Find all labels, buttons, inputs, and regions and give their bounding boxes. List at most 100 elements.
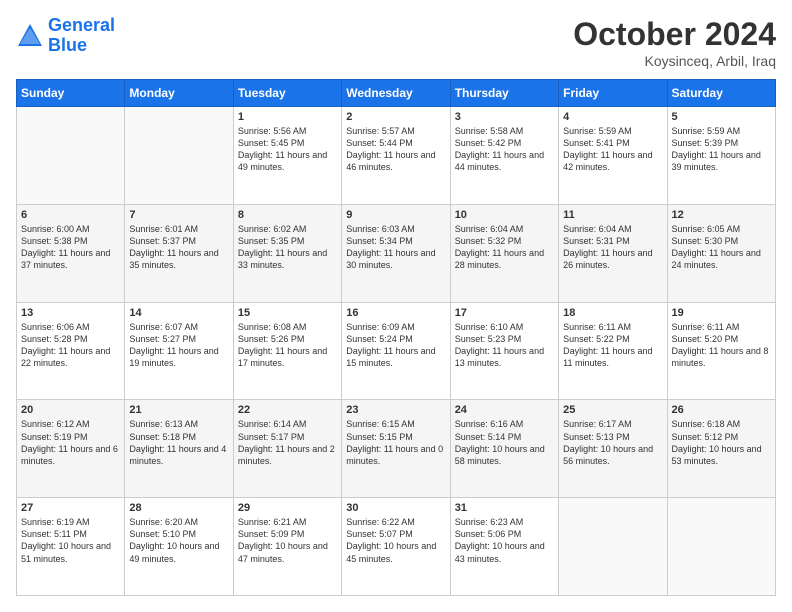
cell-content: Sunrise: 6:18 AM Sunset: 5:12 PM Dayligh… bbox=[672, 418, 771, 467]
calendar-cell: 4 Sunrise: 5:59 AM Sunset: 5:41 PM Daylig… bbox=[559, 107, 667, 205]
cell-content: Sunrise: 6:21 AM Sunset: 5:09 PM Dayligh… bbox=[238, 516, 337, 565]
cell-content: Sunrise: 6:01 AM Sunset: 5:37 PM Dayligh… bbox=[129, 223, 228, 272]
cell-content: Sunrise: 5:58 AM Sunset: 5:42 PM Dayligh… bbox=[455, 125, 554, 174]
page: General Blue October 2024 Koysinceq, Arb… bbox=[0, 0, 792, 612]
cell-content: Sunrise: 6:17 AM Sunset: 5:13 PM Dayligh… bbox=[563, 418, 662, 467]
header: General Blue October 2024 Koysinceq, Arb… bbox=[16, 16, 776, 69]
cell-content: Sunrise: 5:56 AM Sunset: 5:45 PM Dayligh… bbox=[238, 125, 337, 174]
calendar-day-header: Thursday bbox=[450, 80, 558, 107]
calendar-table: SundayMondayTuesdayWednesdayThursdayFrid… bbox=[16, 79, 776, 596]
calendar-cell bbox=[667, 498, 775, 596]
month-title: October 2024 bbox=[573, 16, 776, 53]
calendar-header-row: SundayMondayTuesdayWednesdayThursdayFrid… bbox=[17, 80, 776, 107]
title-block: October 2024 Koysinceq, Arbil, Iraq bbox=[573, 16, 776, 69]
calendar-cell: 3 Sunrise: 5:58 AM Sunset: 5:42 PM Daylig… bbox=[450, 107, 558, 205]
calendar-week-row: 6 Sunrise: 6:00 AM Sunset: 5:38 PM Daylig… bbox=[17, 204, 776, 302]
cell-content: Sunrise: 5:59 AM Sunset: 5:39 PM Dayligh… bbox=[672, 125, 771, 174]
cell-content: Sunrise: 6:00 AM Sunset: 5:38 PM Dayligh… bbox=[21, 223, 120, 272]
calendar-cell: 17Sunrise: 6:10 AM Sunset: 5:23 PM Dayli… bbox=[450, 302, 558, 400]
calendar-week-row: 13 Sunrise: 6:06 AM Sunset: 5:28 PM Dayli… bbox=[17, 302, 776, 400]
cell-content: Sunrise: 6:10 AM Sunset: 5:23 PM Dayligh… bbox=[455, 321, 554, 370]
cell-content: Sunrise: 6:12 AM Sunset: 5:19 PM Dayligh… bbox=[21, 418, 120, 467]
day-number: 25 bbox=[563, 404, 662, 416]
logo-text: General Blue bbox=[48, 16, 115, 56]
calendar-day-header: Tuesday bbox=[233, 80, 341, 107]
calendar-day-header: Monday bbox=[125, 80, 233, 107]
day-number: 15 bbox=[238, 307, 337, 319]
day-number: 23 bbox=[346, 404, 445, 416]
calendar-cell: 16 Sunrise: 6:09 AM Sunset: 5:24 PM Dayli… bbox=[342, 302, 450, 400]
cell-content: Sunrise: 6:06 AM Sunset: 5:28 PM Dayligh… bbox=[21, 321, 120, 370]
cell-content: Sunrise: 6:07 AM Sunset: 5:27 PM Dayligh… bbox=[129, 321, 228, 370]
calendar-cell: 14 Sunrise: 6:07 AM Sunset: 5:27 PM Dayli… bbox=[125, 302, 233, 400]
calendar-cell: 27Sunrise: 6:19 AM Sunset: 5:11 PM Dayli… bbox=[17, 498, 125, 596]
cell-content: Sunrise: 6:03 AM Sunset: 5:34 PM Dayligh… bbox=[346, 223, 445, 272]
day-number: 29 bbox=[238, 502, 337, 514]
cell-content: Sunrise: 6:08 AM Sunset: 5:26 PM Dayligh… bbox=[238, 321, 337, 370]
cell-content: Sunrise: 6:13 AM Sunset: 5:18 PM Dayligh… bbox=[129, 418, 228, 467]
calendar-cell: 30Sunrise: 6:22 AM Sunset: 5:07 PM Dayli… bbox=[342, 498, 450, 596]
day-number: 18 bbox=[563, 307, 662, 319]
cell-content: Sunrise: 6:14 AM Sunset: 5:17 PM Dayligh… bbox=[238, 418, 337, 467]
cell-content: Sunrise: 5:59 AM Sunset: 5:41 PM Dayligh… bbox=[563, 125, 662, 174]
calendar-cell: 12Sunrise: 6:05 AM Sunset: 5:30 PM Dayli… bbox=[667, 204, 775, 302]
cell-content: Sunrise: 6:23 AM Sunset: 5:06 PM Dayligh… bbox=[455, 516, 554, 565]
logo: General Blue bbox=[16, 16, 115, 56]
calendar-cell: 10 Sunrise: 6:04 AM Sunset: 5:32 PM Dayli… bbox=[450, 204, 558, 302]
calendar-cell: 22 Sunrise: 6:14 AM Sunset: 5:17 PM Dayli… bbox=[233, 400, 341, 498]
calendar-cell: 8Sunrise: 6:02 AM Sunset: 5:35 PM Daylig… bbox=[233, 204, 341, 302]
location: Koysinceq, Arbil, Iraq bbox=[573, 53, 776, 69]
calendar-cell: 9 Sunrise: 6:03 AM Sunset: 5:34 PM Daylig… bbox=[342, 204, 450, 302]
calendar-cell: 6 Sunrise: 6:00 AM Sunset: 5:38 PM Daylig… bbox=[17, 204, 125, 302]
logo-line1: General bbox=[48, 15, 115, 35]
day-number: 14 bbox=[129, 307, 228, 319]
calendar-cell: 28Sunrise: 6:20 AM Sunset: 5:10 PM Dayli… bbox=[125, 498, 233, 596]
day-number: 24 bbox=[455, 404, 554, 416]
calendar-cell: 24Sunrise: 6:16 AM Sunset: 5:14 PM Dayli… bbox=[450, 400, 558, 498]
calendar-week-row: 27Sunrise: 6:19 AM Sunset: 5:11 PM Dayli… bbox=[17, 498, 776, 596]
calendar-cell: 20 Sunrise: 6:12 AM Sunset: 5:19 PM Dayli… bbox=[17, 400, 125, 498]
day-number: 21 bbox=[129, 404, 228, 416]
day-number: 22 bbox=[238, 404, 337, 416]
day-number: 10 bbox=[455, 209, 554, 221]
calendar-cell bbox=[559, 498, 667, 596]
cell-content: Sunrise: 6:05 AM Sunset: 5:30 PM Dayligh… bbox=[672, 223, 771, 272]
cell-content: Sunrise: 6:11 AM Sunset: 5:20 PM Dayligh… bbox=[672, 321, 771, 370]
cell-content: Sunrise: 6:09 AM Sunset: 5:24 PM Dayligh… bbox=[346, 321, 445, 370]
day-number: 2 bbox=[346, 111, 445, 123]
day-number: 9 bbox=[346, 209, 445, 221]
logo-line2: Blue bbox=[48, 35, 87, 55]
calendar-cell: 2 Sunrise: 5:57 AM Sunset: 5:44 PM Daylig… bbox=[342, 107, 450, 205]
day-number: 27 bbox=[21, 502, 120, 514]
calendar-cell: 29 Sunrise: 6:21 AM Sunset: 5:09 PM Dayli… bbox=[233, 498, 341, 596]
day-number: 1 bbox=[238, 111, 337, 123]
calendar-day-header: Sunday bbox=[17, 80, 125, 107]
cell-content: Sunrise: 6:02 AM Sunset: 5:35 PM Dayligh… bbox=[238, 223, 337, 272]
calendar-cell: 5 Sunrise: 5:59 AM Sunset: 5:39 PM Daylig… bbox=[667, 107, 775, 205]
day-number: 28 bbox=[129, 502, 228, 514]
day-number: 16 bbox=[346, 307, 445, 319]
day-number: 7 bbox=[129, 209, 228, 221]
calendar-cell: 11Sunrise: 6:04 AM Sunset: 5:31 PM Dayli… bbox=[559, 204, 667, 302]
day-number: 30 bbox=[346, 502, 445, 514]
cell-content: Sunrise: 6:04 AM Sunset: 5:32 PM Dayligh… bbox=[455, 223, 554, 272]
day-number: 4 bbox=[563, 111, 662, 123]
calendar-week-row: 20 Sunrise: 6:12 AM Sunset: 5:19 PM Dayli… bbox=[17, 400, 776, 498]
cell-content: Sunrise: 6:04 AM Sunset: 5:31 PM Dayligh… bbox=[563, 223, 662, 272]
cell-content: Sunrise: 6:15 AM Sunset: 5:15 PM Dayligh… bbox=[346, 418, 445, 467]
day-number: 26 bbox=[672, 404, 771, 416]
day-number: 20 bbox=[21, 404, 120, 416]
calendar-week-row: 1 Sunrise: 5:56 AM Sunset: 5:45 PM Daylig… bbox=[17, 107, 776, 205]
calendar-cell: 18Sunrise: 6:11 AM Sunset: 5:22 PM Dayli… bbox=[559, 302, 667, 400]
day-number: 13 bbox=[21, 307, 120, 319]
cell-content: Sunrise: 5:57 AM Sunset: 5:44 PM Dayligh… bbox=[346, 125, 445, 174]
day-number: 5 bbox=[672, 111, 771, 123]
calendar-day-header: Saturday bbox=[667, 80, 775, 107]
day-number: 3 bbox=[455, 111, 554, 123]
day-number: 6 bbox=[21, 209, 120, 221]
calendar-cell: 31Sunrise: 6:23 AM Sunset: 5:06 PM Dayli… bbox=[450, 498, 558, 596]
calendar-cell bbox=[125, 107, 233, 205]
calendar-cell: 23 Sunrise: 6:15 AM Sunset: 5:15 PM Dayli… bbox=[342, 400, 450, 498]
calendar-cell: 19Sunrise: 6:11 AM Sunset: 5:20 PM Dayli… bbox=[667, 302, 775, 400]
calendar-day-header: Friday bbox=[559, 80, 667, 107]
